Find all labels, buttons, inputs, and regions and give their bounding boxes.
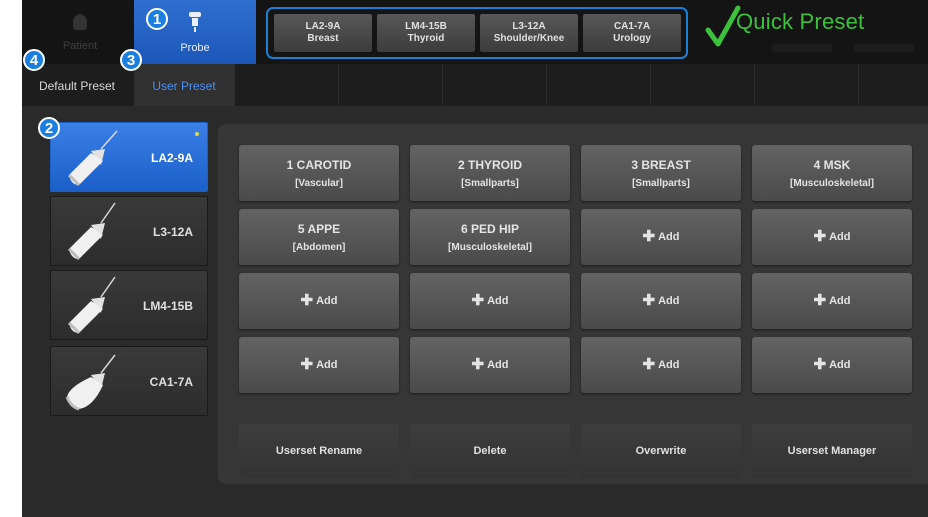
active-indicator — [195, 132, 199, 136]
empty-tab-cell — [546, 64, 648, 106]
tab-patient-label: Patient — [62, 40, 98, 52]
preset-category: [Smallparts] — [461, 178, 519, 189]
probe-item-la2-9a[interactable]: LA2-9A — [50, 122, 208, 192]
probe-transducer-icon — [67, 130, 118, 187]
quick-preset-button[interactable]: L3-12A Shoulder/Knee — [480, 14, 578, 52]
preset-button-breast[interactable]: 3 BREAST [Smallparts] — [581, 145, 741, 201]
add-label: Add — [658, 359, 680, 371]
preset-category: [Abdomen] — [292, 242, 346, 253]
add-preset-button[interactable]: ✚ Add — [752, 209, 912, 265]
preset-title: 1 CAROTID — [286, 158, 352, 172]
preset-title: 3 BREAST — [631, 158, 691, 172]
add-preset-button[interactable]: ✚ Add — [752, 273, 912, 329]
preset-title: 6 PED HIP — [460, 222, 520, 236]
add-label: Add — [829, 295, 851, 307]
preset-button-thyroid[interactable]: 2 THYROID [Smallparts] — [410, 145, 570, 201]
plus-icon: ✚ — [642, 356, 656, 373]
plus-icon: ✚ — [642, 292, 656, 309]
add-label: Add — [487, 359, 509, 371]
empty-tab-cell — [338, 64, 440, 106]
empty-tab-cell — [442, 64, 544, 106]
tab-default-preset[interactable]: Default Preset — [22, 64, 132, 106]
userset-rename-button[interactable]: Userset Rename — [239, 424, 399, 478]
quick-preset-title: Quick Preset — [736, 9, 865, 34]
probe-transducer-icon — [67, 202, 116, 261]
quick-preset-probe: CA1-7A — [613, 21, 651, 32]
probe-name: LA2-9A — [150, 151, 193, 165]
quick-preset-button[interactable]: CA1-7A Urology — [583, 14, 681, 52]
empty-tab-cell — [754, 64, 856, 106]
quick-preset-name: Urology — [613, 33, 651, 44]
probe-name: L3-12A — [152, 225, 193, 239]
preset-title: 2 THYROID — [457, 158, 522, 172]
preset-title: 5 APPE — [297, 222, 341, 236]
preset-title: 4 MSK — [813, 158, 851, 172]
preset-button-carotid[interactable]: 1 CAROTID [Vascular] — [239, 145, 399, 201]
quick-preset-group: LA2-9A Breast LM4-15B Thyroid L3-12A Sho… — [266, 7, 688, 59]
preset-category: [Musculoskeletal] — [790, 178, 874, 189]
preset-category: [Vascular] — [295, 178, 343, 189]
add-label: Add — [829, 359, 851, 371]
plus-icon: ✚ — [471, 356, 485, 373]
plus-icon: ✚ — [300, 356, 314, 373]
probe-transducer-icon — [67, 276, 116, 335]
empty-tab-cell — [858, 64, 928, 106]
quick-preset-probe: L3-12A — [512, 21, 546, 32]
callout-badge: 1 — [146, 8, 168, 30]
probe-item-ca1-7a[interactable]: CA1-7A — [50, 346, 208, 416]
ultrasound-preset-screen: Patient Probe LA2-9A Breast LM4-15B Thyr… — [22, 0, 928, 517]
plus-icon: ✚ — [813, 228, 827, 245]
preset-category: [Musculoskeletal] — [448, 242, 532, 253]
probe-name: LM4-15B — [142, 299, 193, 313]
empty-tab-cell — [234, 64, 336, 106]
preset-category: [Smallparts] — [632, 178, 690, 189]
userset-manager-button[interactable]: Userset Manager — [752, 424, 912, 478]
probe-name: CA1-7A — [149, 375, 193, 389]
plus-icon: ✚ — [642, 228, 656, 245]
plus-icon: ✚ — [300, 292, 314, 309]
add-preset-button[interactable]: ✚ Add — [752, 337, 912, 393]
empty-tab-cell — [650, 64, 752, 106]
callout-badge: 2 — [38, 117, 60, 139]
add-label: Add — [316, 359, 338, 371]
probe-transducer-icon — [65, 354, 116, 411]
add-preset-button[interactable]: ✚ Add — [239, 337, 399, 393]
callout-badge: 3 — [120, 49, 142, 71]
tab-user-preset[interactable]: User Preset — [134, 64, 234, 106]
probe-item-l3-12a[interactable]: L3-12A — [50, 196, 208, 266]
add-preset-button[interactable]: ✚ Add — [410, 273, 570, 329]
add-label: Add — [658, 295, 680, 307]
add-label: Add — [316, 295, 338, 307]
plus-icon: ✚ — [471, 292, 485, 309]
add-preset-button[interactable]: ✚ Add — [581, 273, 741, 329]
add-label: Add — [829, 231, 851, 243]
preset-button-ped-hip[interactable]: 6 PED HIP [Musculoskeletal] — [410, 209, 570, 265]
overwrite-button[interactable]: Overwrite — [581, 424, 741, 478]
quick-preset-probe: LM4-15B — [405, 21, 447, 32]
quick-preset-name: Shoulder/Knee — [493, 33, 565, 44]
preset-button-appe[interactable]: 5 APPE [Abdomen] — [239, 209, 399, 265]
add-preset-button[interactable]: ✚ Add — [410, 337, 570, 393]
add-preset-button[interactable]: ✚ Add — [239, 273, 399, 329]
add-label: Add — [487, 295, 509, 307]
quick-preset-button[interactable]: LM4-15B Thyroid — [377, 14, 475, 52]
add-label: Add — [658, 231, 680, 243]
add-preset-button[interactable]: ✚ Add — [581, 337, 741, 393]
plus-icon: ✚ — [813, 356, 827, 373]
quick-preset-name: Breast — [307, 33, 339, 44]
probe-item-lm4-15b[interactable]: LM4-15B — [50, 270, 208, 340]
patient-icon — [73, 14, 87, 30]
tab-probe-label: Probe — [180, 42, 210, 54]
quick-preset-probe: LA2-9A — [305, 21, 341, 32]
quick-preset-button[interactable]: LA2-9A Breast — [274, 14, 372, 52]
delete-button[interactable]: Delete — [410, 424, 570, 478]
add-preset-button[interactable]: ✚ Add — [581, 209, 741, 265]
preset-button-msk[interactable]: 4 MSK [Musculoskeletal] — [752, 145, 912, 201]
probe-icon — [189, 12, 201, 32]
quick-preset-name: Thyroid — [407, 33, 445, 44]
plus-icon: ✚ — [813, 292, 827, 309]
callout-badge: 4 — [23, 49, 45, 71]
